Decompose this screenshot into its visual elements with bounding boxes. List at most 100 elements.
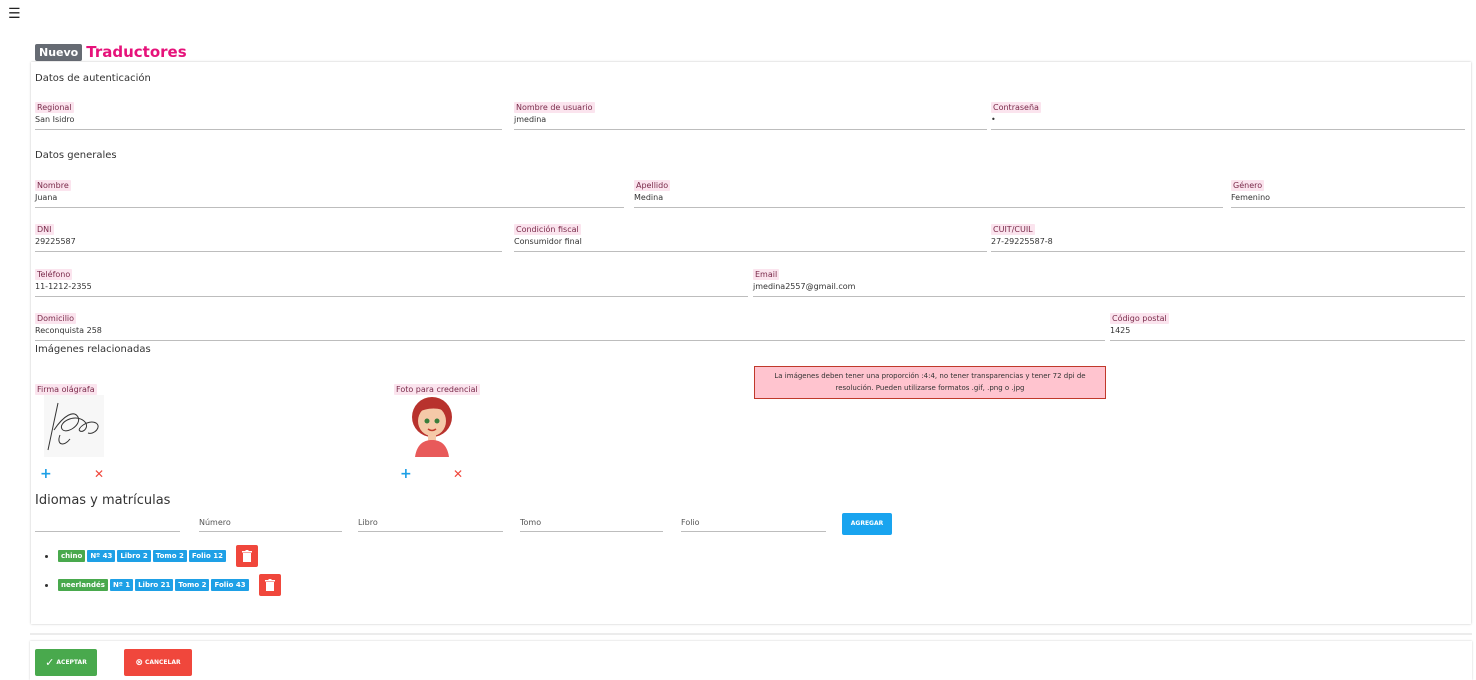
apellido-value: Medina xyxy=(634,193,664,202)
dni-value: 29225587 xyxy=(35,237,76,246)
dni-field[interactable]: DNI 29225587 xyxy=(35,217,502,252)
folio-input[interactable]: Folio xyxy=(681,518,826,532)
hamburger-menu-icon[interactable]: ☰ xyxy=(8,7,21,21)
apellido-underline xyxy=(634,207,1223,208)
cuit-underline xyxy=(991,251,1465,252)
telefono-value: 11-1212-2355 xyxy=(35,282,92,291)
regional-value: San Isidro xyxy=(35,115,75,124)
domicilio-value: Reconquista 258 xyxy=(35,326,102,335)
avatar xyxy=(407,395,457,457)
codigo-postal-field[interactable]: Código postal 1425 xyxy=(1110,306,1465,341)
firma-label: Firma olágrafa xyxy=(35,384,97,395)
idioma-input[interactable] xyxy=(35,518,180,532)
language-chip: neerlandés xyxy=(58,579,108,591)
firma-field: Firma olágrafa xyxy=(35,377,155,396)
delete-language-button[interactable] xyxy=(235,545,258,567)
numero-input[interactable]: Número xyxy=(199,518,342,532)
auth-section-title: Datos de autenticación xyxy=(35,73,151,84)
apellido-field[interactable]: Apellido Medina xyxy=(634,173,1223,208)
codigo-postal-underline xyxy=(1110,340,1465,341)
numero-chip: Nº 1 xyxy=(109,579,134,591)
accept-button[interactable]: ✓ ACEPTAR xyxy=(35,649,97,676)
password-label: Contraseña xyxy=(991,102,1041,113)
trash-icon xyxy=(264,579,275,591)
regional-underline xyxy=(35,129,502,130)
page-header: Nuevo Traductores xyxy=(35,43,187,61)
new-badge: Nuevo xyxy=(35,43,83,61)
actions-bar xyxy=(30,641,1472,680)
cuit-field[interactable]: CUIT/CUIL 27-29225587-8 xyxy=(991,217,1465,252)
check-icon: ✓ xyxy=(45,656,55,669)
email-label: Email xyxy=(753,269,780,280)
genero-label: Género xyxy=(1231,180,1265,191)
domicilio-underline xyxy=(35,340,1105,341)
languages-section-title: Idiomas y matrículas xyxy=(35,493,171,508)
folio-chip: Folio 43 xyxy=(211,579,249,591)
genero-field[interactable]: Género Femenino xyxy=(1231,173,1465,208)
password-field[interactable]: Contraseña • xyxy=(991,95,1465,130)
codigo-postal-label: Código postal xyxy=(1110,313,1169,324)
telefono-field[interactable]: Teléfono 11-1212-2355 xyxy=(35,262,748,297)
libro-input[interactable]: Libro xyxy=(358,518,503,532)
nombre-label: Nombre xyxy=(35,180,71,191)
language-chip: chino xyxy=(58,550,86,562)
nombre-underline xyxy=(35,207,624,208)
domicilio-label: Domicilio xyxy=(35,313,77,324)
signature-image xyxy=(44,395,104,457)
codigo-postal-value: 1425 xyxy=(1110,326,1131,335)
tomo-chip: Tomo 2 xyxy=(152,550,187,562)
username-label: Nombre de usuario xyxy=(514,102,595,113)
delete-photo-icon[interactable]: ✕ xyxy=(453,467,463,481)
folio-chip: Folio 12 xyxy=(188,550,226,562)
bullet xyxy=(45,583,48,587)
divider xyxy=(30,633,1472,635)
dni-underline xyxy=(35,251,502,252)
bullet xyxy=(45,554,48,558)
nombre-field[interactable]: Nombre Juana xyxy=(35,173,624,208)
cancel-label: CANCELAR xyxy=(144,659,181,666)
regional-label: Regional xyxy=(35,102,74,113)
condicion-fiscal-underline xyxy=(514,251,987,252)
condicion-fiscal-label: Condición fiscal xyxy=(514,224,581,235)
condicion-fiscal-field[interactable]: Condición fiscal Consumidor final xyxy=(514,217,987,252)
username-underline xyxy=(514,129,987,130)
condicion-fiscal-value: Consumidor final xyxy=(514,237,582,246)
username-field[interactable]: Nombre de usuario jmedina xyxy=(514,95,987,130)
image-requirements-warning: La imágenes deben tener una proporción :… xyxy=(754,366,1106,399)
tomo-input[interactable]: Tomo xyxy=(520,518,663,532)
trash-icon xyxy=(241,550,252,562)
foto-field: Foto para credencial xyxy=(394,377,514,396)
cancel-circle-icon: ⊗ xyxy=(135,657,143,668)
page-title: Traductores xyxy=(86,43,187,61)
accept-label: ACEPTAR xyxy=(56,659,87,666)
add-language-button[interactable]: AGREGAR xyxy=(842,513,892,535)
numero-chip: Nº 43 xyxy=(87,550,116,562)
telefono-underline xyxy=(35,296,748,297)
list-item: chino Nº 43 Libro 2 Tomo 2 Folio 12 xyxy=(45,545,258,567)
apellido-label: Apellido xyxy=(634,180,671,191)
password-underline xyxy=(991,129,1465,130)
domicilio-field[interactable]: Domicilio Reconquista 258 xyxy=(35,306,1105,341)
telefono-label: Teléfono xyxy=(35,269,73,280)
libro-chip: Libro 2 xyxy=(117,550,151,562)
tomo-chip: Tomo 2 xyxy=(175,579,210,591)
email-field[interactable]: Email jmedina2557@gmail.com xyxy=(753,262,1465,297)
add-photo-icon[interactable]: + xyxy=(400,466,412,482)
libro-chip: Libro 21 xyxy=(135,579,174,591)
cancel-button[interactable]: ⊗ CANCELAR xyxy=(124,649,192,676)
delete-signature-icon[interactable]: ✕ xyxy=(94,467,104,481)
foto-label: Foto para credencial xyxy=(394,384,480,395)
list-item: neerlandés Nº 1 Libro 21 Tomo 2 Folio 43 xyxy=(45,574,281,596)
email-underline xyxy=(753,296,1465,297)
form-card: Datos de autenticación Regional San Isid… xyxy=(31,62,1471,624)
password-value: • xyxy=(991,115,996,124)
delete-language-button[interactable] xyxy=(258,574,281,596)
genero-value: Femenino xyxy=(1231,193,1271,202)
add-signature-icon[interactable]: + xyxy=(40,466,52,482)
username-value: jmedina xyxy=(514,115,547,124)
cuit-value: 27-29225587-8 xyxy=(991,237,1053,246)
email-value: jmedina2557@gmail.com xyxy=(753,282,856,291)
nombre-value: Juana xyxy=(35,193,58,202)
dni-label: DNI xyxy=(35,224,54,235)
regional-field[interactable]: Regional San Isidro xyxy=(35,95,502,130)
